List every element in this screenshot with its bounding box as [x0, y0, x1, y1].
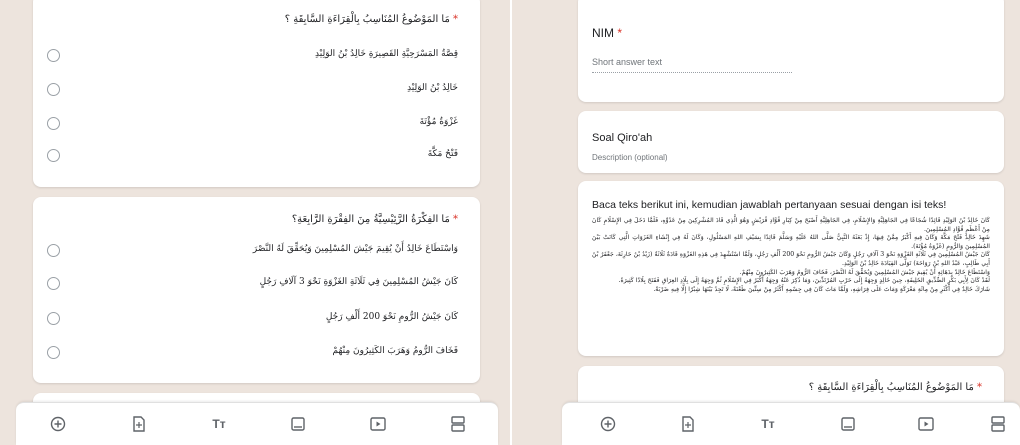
- radio-button[interactable]: [47, 277, 60, 290]
- add-video-icon[interactable]: [369, 415, 387, 433]
- radio-button[interactable]: [47, 244, 60, 257]
- answer-underline: [592, 72, 792, 73]
- question-text: مَا الفِكْرَةُ الرَّئِيْسِيَّةُ مِنَ الف…: [291, 214, 450, 225]
- add-title-icon[interactable]: Tт: [759, 415, 777, 433]
- option-row[interactable]: غَزْوَةُ مُؤْتَةَ: [33, 114, 480, 134]
- question-title: NIM *: [592, 26, 622, 40]
- add-section-icon[interactable]: [989, 415, 1007, 433]
- option-label: خَالِدُ بْنُ الوَلِيْدِ: [407, 83, 458, 93]
- question-text: NIM: [592, 26, 614, 40]
- option-label: كَانَ جَيْشُ الرُّومِ نَحْوَ 200 أَلْفِ …: [325, 312, 458, 322]
- add-image-icon[interactable]: [839, 415, 857, 433]
- passage-body: كَانَ خَالِدُ بْنُ الوَلِيْدِ قَائِدًا ش…: [592, 217, 990, 294]
- short-answer-placeholder[interactable]: Short answer text: [592, 57, 662, 67]
- right-form-panel: NIM * Short answer text Soal Qiro'ah Des…: [512, 0, 1020, 445]
- radio-button[interactable]: [47, 149, 60, 162]
- form-toolbar: Tт: [562, 402, 1020, 445]
- passage-paragraph: لَقَدْ كَانَ لِأَبِي بَكْرٍ الصِّدِّيقِ …: [618, 277, 990, 285]
- question-title: * مَا المَوْضُوعُ المُنَاسِبُ بِالْقِرَا…: [809, 382, 982, 393]
- passage-instruction: Baca teks berikut ini, kemudian jawablah…: [592, 199, 947, 211]
- radio-button[interactable]: [47, 49, 60, 62]
- radio-button[interactable]: [47, 117, 60, 130]
- question-card-nim[interactable]: NIM * Short answer text: [578, 0, 1004, 102]
- option-label: فَتْحُ مَكَّةَ: [427, 149, 458, 159]
- required-asterisk: *: [453, 214, 458, 225]
- passage-paragraph: شَارَكَ خَالِدٌ فِي أَكْثَرِ مِنْ مِائَة…: [653, 285, 990, 293]
- option-label: فَخَافَ الرُّومُ وَهَرَبَ الكَثِيرُونَ م…: [332, 346, 458, 356]
- radio-button[interactable]: [47, 83, 60, 96]
- passage-paragraph: وَاسْتَطَاعَ خَالِدٌ بِدَهَائِهِ أَنْ يُ…: [739, 268, 990, 276]
- import-questions-icon[interactable]: [130, 415, 148, 433]
- required-asterisk: *: [453, 14, 458, 25]
- question-card-main-idea[interactable]: * مَا الفِكْرَةُ الرَّئِيْسِيَّةُ مِنَ ا…: [33, 197, 480, 383]
- passage-paragraph: كَانَ جَيْشُ المُسْلِمِينَ فِي ثَلَاثَةِ…: [592, 251, 991, 267]
- option-row[interactable]: فَتْحُ مَكَّةَ: [33, 146, 480, 166]
- option-row[interactable]: كَانَ جَيْشُ الرُّومِ نَحْوَ 200 أَلْفِ …: [33, 309, 480, 329]
- option-label: غَزْوَةُ مُؤْتَةَ: [419, 117, 458, 127]
- radio-button[interactable]: [47, 312, 60, 325]
- option-row[interactable]: فَخَافَ الرُّومُ وَهَرَبَ الكَثِيرُونَ م…: [33, 343, 480, 363]
- left-form-panel: * مَا المَوْضُوعُ المُنَاسِبُ بِالْقِرَا…: [0, 0, 510, 445]
- option-label: وَاسْتَطَاعَ خَالِدُ أَنْ يُقِيمَ جَيْشَ…: [252, 244, 458, 254]
- passage-paragraph: شَهِدَ خَالِدٌ فَتْحَ مَكَّةَ وَكَانَ فِ…: [592, 234, 990, 250]
- option-label: كَانَ جَيْشُ المُسْلِمِينَ فِي ثَلَاثَةِ…: [259, 277, 458, 287]
- option-label: قِصَّةُ المَسْرَحِيَّةِ القَصِيرَةِ خَال…: [315, 49, 458, 59]
- add-image-icon[interactable]: [289, 415, 307, 433]
- form-toolbar: Tт: [16, 402, 498, 445]
- question-title: * مَا المَوْضُوعُ المُنَاسِبُ بِالْقِرَا…: [285, 14, 458, 25]
- question-text: مَا المَوْضُوعُ المُنَاسِبُ بِالْقِرَاءَ…: [284, 14, 450, 25]
- question-text: مَا المَوْضُوعُ المُنَاسِبُ بِالْقِرَاءَ…: [808, 382, 974, 393]
- question-title: * مَا الفِكْرَةُ الرَّئِيْسِيَّةُ مِنَ ا…: [292, 214, 458, 225]
- option-row[interactable]: خَالِدُ بْنُ الوَلِيْدِ: [33, 80, 480, 100]
- import-questions-icon[interactable]: [679, 415, 697, 433]
- option-row[interactable]: كَانَ جَيْشُ المُسْلِمِينَ فِي ثَلَاثَةِ…: [33, 274, 480, 294]
- option-row[interactable]: وَاسْتَطَاعَ خَالِدُ أَنْ يُقِيمَ جَيْشَ…: [33, 241, 480, 261]
- section-description[interactable]: Description (optional): [592, 153, 668, 162]
- add-section-icon[interactable]: [449, 415, 467, 433]
- add-question-icon[interactable]: [49, 415, 67, 433]
- option-row[interactable]: قِصَّةُ المَسْرَحِيَّةِ القَصِيرَةِ خَال…: [33, 46, 480, 66]
- required-asterisk: *: [617, 26, 623, 40]
- add-question-icon[interactable]: [599, 415, 617, 433]
- reading-passage-card[interactable]: Baca teks berikut ini, kemudian jawablah…: [578, 181, 1004, 356]
- passage-paragraph: كَانَ خَالِدُ بْنُ الوَلِيْدِ قَائِدًا ش…: [592, 217, 990, 233]
- add-video-icon[interactable]: [917, 415, 935, 433]
- question-card-topic[interactable]: * مَا المَوْضُوعُ المُنَاسِبُ بِالْقِرَا…: [33, 0, 480, 187]
- add-title-icon[interactable]: Tт: [210, 415, 228, 433]
- radio-button[interactable]: [47, 346, 60, 359]
- required-asterisk: *: [977, 382, 982, 393]
- section-header-card[interactable]: Soal Qiro'ah Description (optional): [578, 111, 1004, 173]
- section-title: Soal Qiro'ah: [592, 132, 653, 144]
